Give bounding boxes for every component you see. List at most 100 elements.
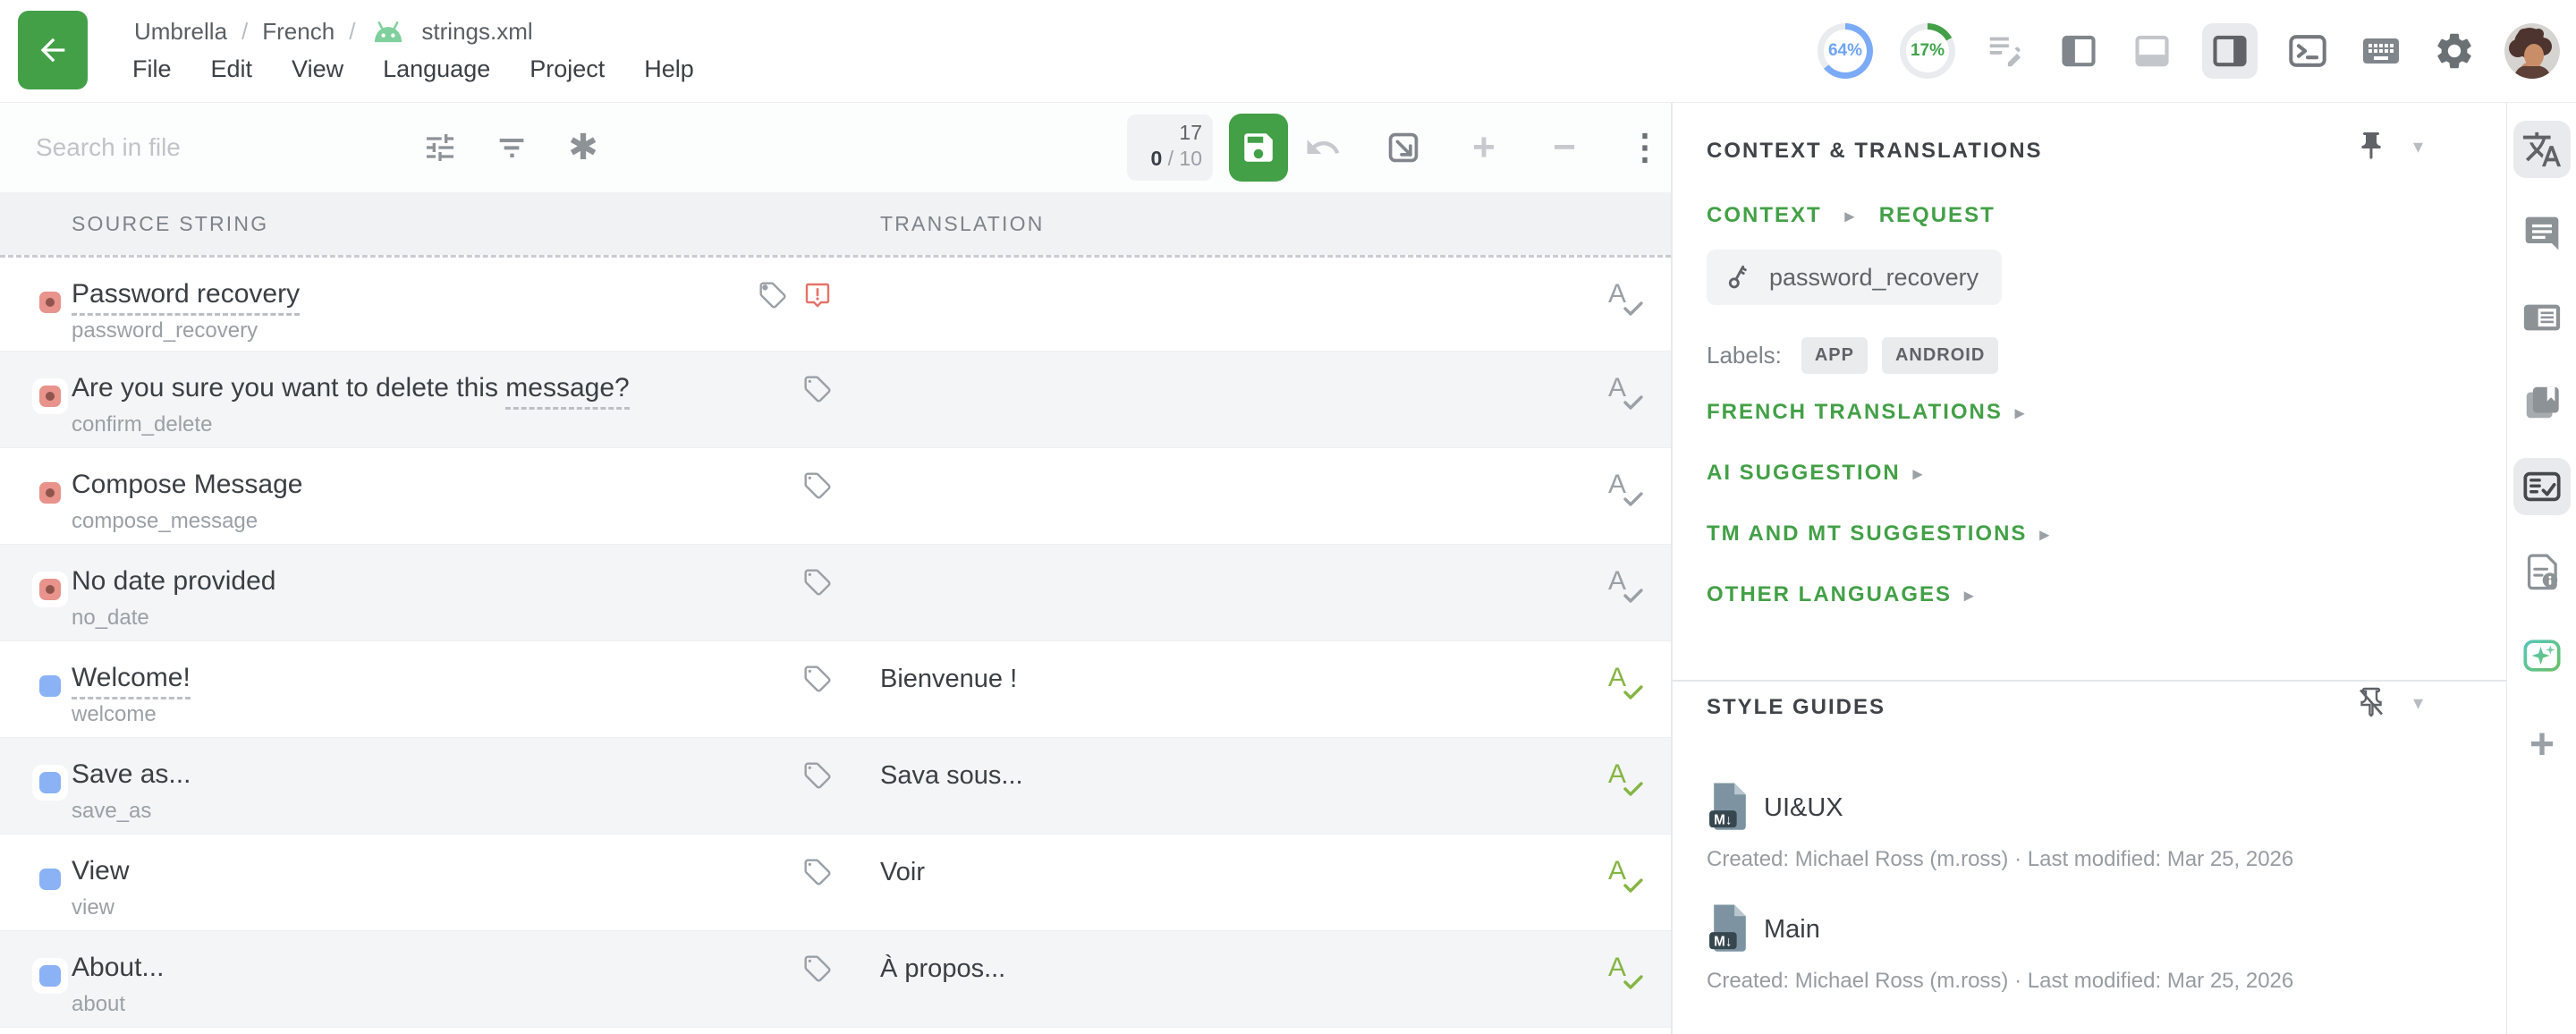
style-guide-name[interactable]: UI&UX: [1764, 793, 1843, 823]
spellcheck-icon[interactable]: A: [1608, 858, 1648, 901]
tag-icon[interactable]: [803, 761, 832, 790]
spellcheck-icon[interactable]: A: [1608, 665, 1648, 708]
table-row[interactable]: View view Voir A: [0, 835, 1671, 931]
string-key-chip[interactable]: password_recovery: [1707, 250, 2002, 305]
table-row[interactable]: Save as... save_as Sava sous... A: [0, 738, 1671, 835]
translate-panel-icon[interactable]: [2513, 121, 2571, 178]
unpin-icon[interactable]: [2348, 679, 2394, 725]
layout-right-panel-icon[interactable]: [2202, 23, 2258, 79]
breadcrumb-project[interactable]: Umbrella: [134, 18, 227, 46]
filter-icon[interactable]: [494, 130, 530, 165]
status-untranslated-icon: [32, 475, 68, 511]
arrow-left-icon: [35, 32, 71, 68]
save-button[interactable]: [1229, 114, 1288, 182]
menu-language[interactable]: Language: [383, 55, 490, 83]
menu-help[interactable]: Help: [644, 55, 694, 83]
spellcheck-icon[interactable]: A: [1608, 281, 1648, 324]
menu-edit[interactable]: Edit: [211, 55, 253, 83]
edit-note-icon[interactable]: [1982, 28, 2029, 74]
add-icon[interactable]: +: [1465, 129, 1503, 166]
tag-icon[interactable]: [803, 665, 832, 693]
warning-comment-icon[interactable]: [803, 281, 832, 309]
tag-icon[interactable]: [803, 858, 832, 886]
string-rows: Password recovery password_recovery A: [0, 255, 1671, 1028]
label-chip[interactable]: APP: [1801, 337, 1868, 374]
avatar[interactable]: [2504, 23, 2560, 79]
key-icon: [1716, 256, 1758, 298]
table-row[interactable]: Are you sure you want to delete this mes…: [0, 352, 1671, 448]
style-guide-name[interactable]: Main: [1764, 915, 1820, 945]
markdown-file-icon: M↓: [1707, 903, 1753, 957]
tag-icon[interactable]: [758, 281, 787, 309]
layout-left-panel-icon[interactable]: [2055, 28, 2102, 74]
table-row[interactable]: About... about À propos... A: [0, 931, 1671, 1028]
key-chip-text: password_recovery: [1769, 264, 1979, 292]
collapse-caret-icon[interactable]: ▾: [2413, 691, 2423, 715]
total-count: 17: [1138, 120, 1202, 145]
svg-text:M↓: M↓: [1714, 934, 1732, 949]
menu-file[interactable]: File: [132, 55, 172, 83]
remove-icon[interactable]: −: [1546, 129, 1583, 166]
tag-icon[interactable]: [803, 471, 832, 500]
style-guide-meta: Created: Michael Ross (m.ross) · Last mo…: [1707, 847, 2293, 872]
tag-icon[interactable]: [803, 954, 832, 983]
ai-assistant-panel-icon[interactable]: [2513, 627, 2571, 684]
progress-total-value: 64%: [1824, 30, 1867, 72]
section-french-translations[interactable]: FRENCH TRANSLATIONS ▸: [1707, 400, 2026, 425]
breadcrumb-language[interactable]: French: [262, 18, 335, 46]
translation-cell[interactable]: Sava sous...: [880, 761, 1023, 791]
checklist-panel-icon[interactable]: [2513, 458, 2571, 515]
tag-icon[interactable]: [803, 375, 832, 403]
table-row[interactable]: Welcome! welcome Bienvenue ! A: [0, 641, 1671, 738]
tune-icon[interactable]: [422, 130, 458, 165]
section-tm-mt-suggestions[interactable]: TM AND MT SUGGESTIONS ▸: [1707, 521, 2051, 547]
translation-cell[interactable]: À propos...: [880, 954, 1005, 984]
section-ai-suggestion[interactable]: AI SUGGESTION ▸: [1707, 461, 1924, 486]
search-input[interactable]: [36, 124, 376, 171]
labels-row: Labels: APP ANDROID: [1707, 337, 1998, 374]
labels-caption: Labels:: [1707, 342, 1782, 369]
match-pattern-icon[interactable]: ✱: [565, 130, 601, 165]
request-link[interactable]: REQUEST: [1879, 203, 1996, 228]
panel-title: CONTEXT & TRANSLATIONS: [1707, 139, 2043, 164]
menu-view[interactable]: View: [292, 55, 343, 83]
file-info-panel-icon[interactable]: [2513, 543, 2571, 600]
table-row[interactable]: Password recovery password_recovery A: [0, 255, 1671, 352]
table-row[interactable]: Compose Message compose_message A: [0, 448, 1671, 545]
glossary-panel-icon[interactable]: [2513, 374, 2571, 431]
top-bar: Umbrella / French / strings.xml File Edi…: [0, 0, 2576, 102]
collapse-caret-icon[interactable]: ▾: [2413, 135, 2423, 158]
spellcheck-icon[interactable]: A: [1608, 471, 1648, 514]
undo-icon[interactable]: [1304, 129, 1342, 166]
breadcrumb-file[interactable]: strings.xml: [421, 18, 532, 46]
label-chip[interactable]: ANDROID: [1882, 337, 1998, 374]
more-menu-icon[interactable]: ⋮: [1626, 129, 1664, 166]
menu-project[interactable]: Project: [530, 55, 605, 83]
translation-cell[interactable]: Bienvenue !: [880, 665, 1017, 694]
table-row[interactable]: No date provided no_date A: [0, 545, 1671, 641]
terminal-icon[interactable]: [2284, 28, 2331, 74]
section-other-languages[interactable]: OTHER LANGUAGES ▸: [1707, 582, 1975, 607]
back-button[interactable]: [18, 11, 88, 89]
tag-icon[interactable]: [803, 568, 832, 597]
spellcheck-icon[interactable]: A: [1608, 375, 1648, 418]
translation-editor-app: Umbrella / French / strings.xml File Edi…: [0, 0, 2576, 1034]
translation-counts-badge: 17 0 / 10: [1127, 114, 1213, 181]
pin-icon[interactable]: [2348, 123, 2394, 169]
context-link[interactable]: CONTEXT: [1707, 203, 1822, 228]
translation-cell[interactable]: Voir: [880, 858, 925, 887]
style-guide-meta: Created: Michael Ross (m.ross) · Last mo…: [1707, 969, 2293, 994]
layout-bottom-panel-icon[interactable]: [2129, 28, 2175, 74]
spellcheck-icon[interactable]: A: [1608, 568, 1648, 611]
spellcheck-icon[interactable]: A: [1608, 954, 1648, 997]
comments-panel-icon[interactable]: [2513, 205, 2571, 262]
card-details-panel-icon[interactable]: [2513, 289, 2571, 346]
progress-ring-done[interactable]: 17%: [1900, 23, 1955, 79]
status-untranslated-icon: [32, 284, 68, 320]
gear-icon[interactable]: [2431, 28, 2478, 74]
progress-ring-total[interactable]: 64%: [1818, 23, 1873, 79]
spellcheck-icon[interactable]: A: [1608, 761, 1648, 804]
keyboard-icon[interactable]: [2358, 28, 2404, 74]
add-panel-icon[interactable]: +: [2513, 716, 2571, 773]
apply-translation-icon[interactable]: [1385, 129, 1422, 166]
